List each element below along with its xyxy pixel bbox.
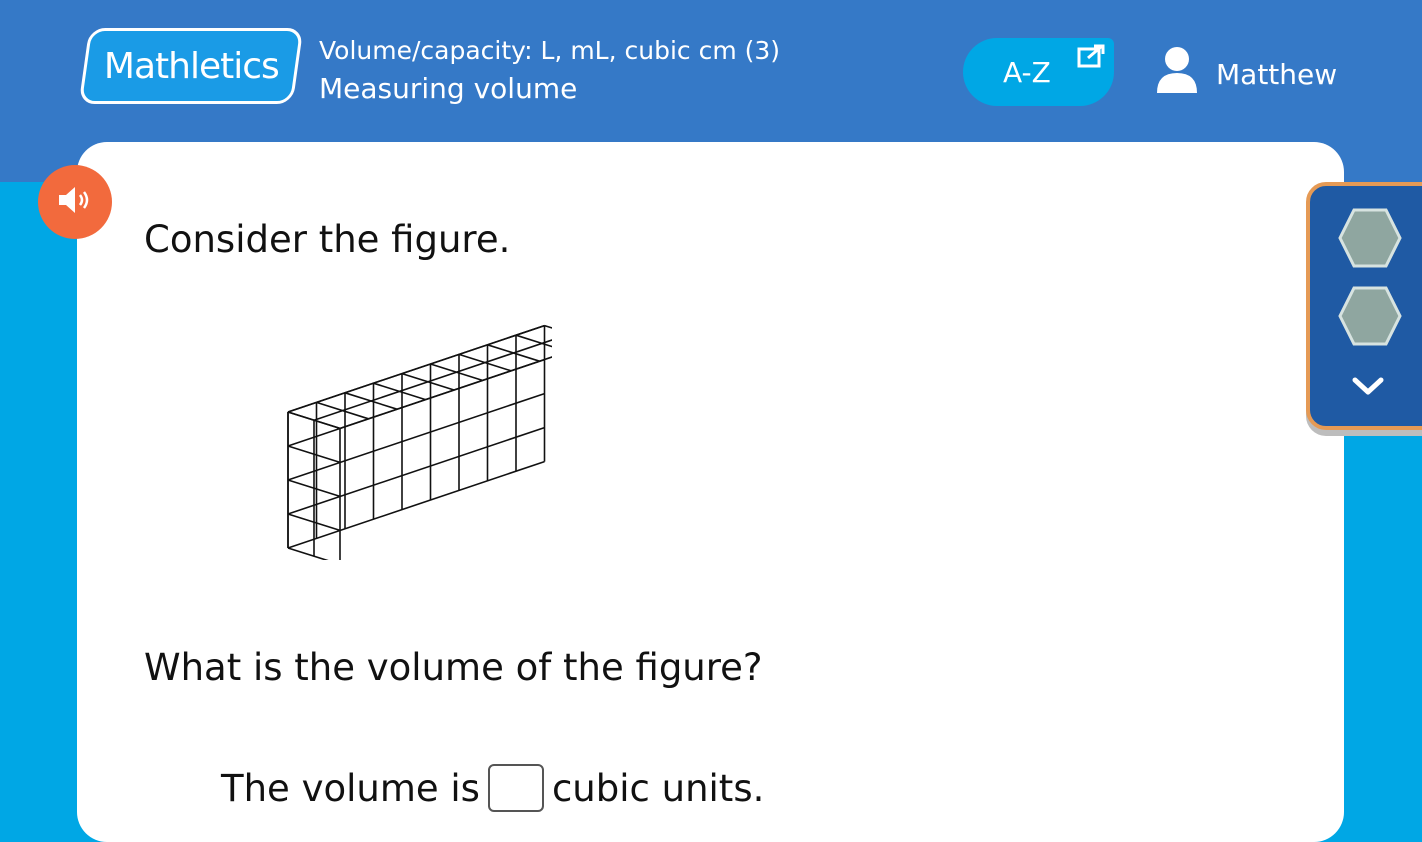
answer-suffix: cubic units. xyxy=(551,766,765,810)
cube-prism-figure xyxy=(282,320,597,566)
audio-button[interactable] xyxy=(38,165,112,239)
speaker-icon xyxy=(57,185,93,219)
user-name[interactable]: Matthew xyxy=(1216,58,1337,91)
external-link-icon xyxy=(1076,44,1106,74)
top-edge-line xyxy=(515,334,569,353)
answer-line: The volume is cubic units. xyxy=(221,764,764,812)
user-icon[interactable] xyxy=(1155,45,1199,99)
front-edge-line xyxy=(287,460,545,549)
front-edge-line xyxy=(287,358,545,447)
top-edge-line xyxy=(544,324,597,343)
question-prompt: Consider the figure. xyxy=(144,218,511,261)
topic-subtitle: Measuring volume xyxy=(319,72,578,105)
mathletics-logo[interactable]: Mathletics xyxy=(78,28,304,104)
logo-text: Mathletics xyxy=(103,45,279,87)
answer-input[interactable] xyxy=(487,764,544,812)
progress-panel xyxy=(1306,182,1422,430)
az-button[interactable]: A-Z xyxy=(963,38,1114,106)
az-label: A-Z xyxy=(1003,55,1051,89)
front-edge-line xyxy=(287,392,545,481)
hexagon-icon[interactable] xyxy=(1338,286,1402,350)
question-text: What is the volume of the figure? xyxy=(144,646,763,689)
front-edge-line xyxy=(287,426,545,515)
chevron-down-icon[interactable] xyxy=(1350,374,1386,402)
topic-title: Volume/capacity: L, mL, cubic cm (3) xyxy=(319,36,781,65)
hexagon-icon[interactable] xyxy=(1338,208,1402,272)
answer-prefix: The volume is xyxy=(221,766,480,810)
